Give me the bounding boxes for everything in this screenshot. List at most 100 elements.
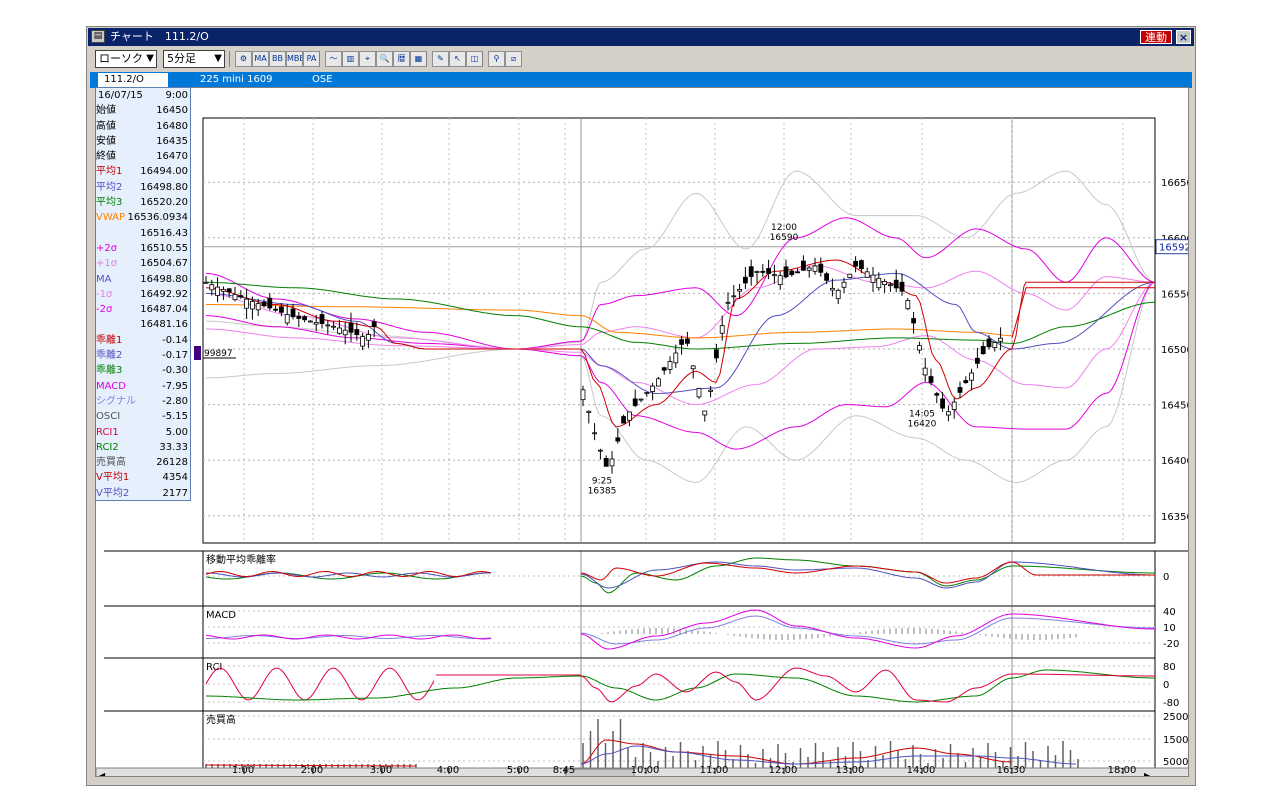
chart-canvas[interactable]: 1665016600165501650016450164001635016592…	[96, 88, 1189, 777]
candle-body	[296, 316, 302, 319]
price-tick-label: 16350	[1161, 512, 1189, 523]
magnifier-icon[interactable]: 🔍	[376, 51, 393, 67]
data-row: -2σ 16487.04	[96, 302, 190, 317]
time-axis-label: 3:00	[369, 765, 393, 776]
calendar-icon[interactable]: 暦	[393, 51, 410, 67]
candle-body	[882, 281, 887, 286]
candle-body	[777, 275, 783, 286]
chart-window: ▤ チャート 111.2/O 連動 × ローソク ▼ 5分足 ▼ ⚙ MA BB MB…	[86, 26, 1196, 786]
candle-body	[348, 322, 354, 333]
data-label: V平均2	[96, 487, 130, 499]
eraser-icon[interactable]: ◫	[466, 51, 483, 67]
candle-body	[743, 276, 748, 284]
grid-icon[interactable]: ▦	[410, 51, 427, 67]
candle-body	[273, 308, 279, 311]
candle-body	[249, 300, 255, 310]
data-row: 平均1 16494.00	[96, 164, 190, 179]
candle-body	[998, 337, 1003, 342]
data-label: -1σ	[96, 288, 113, 300]
candle-body	[963, 380, 969, 384]
pane-tick-label: 0	[1163, 680, 1169, 691]
properties-icon[interactable]: ⚙	[235, 51, 252, 67]
candle-body	[864, 271, 870, 278]
bar-chart-icon[interactable]: ▥	[342, 51, 359, 67]
candle-body	[679, 339, 684, 345]
data-label: OSCI	[96, 411, 121, 423]
time-axis-label: 1:00	[231, 765, 255, 776]
pa-indicator-icon[interactable]: PA	[303, 51, 320, 67]
candle-body	[870, 274, 876, 283]
data-row: VWAP 16536.0934	[96, 210, 190, 225]
candle-body	[940, 398, 945, 409]
candle-body	[957, 387, 963, 393]
data-label: 乖離1	[96, 334, 123, 346]
interval-select[interactable]: 5分足 ▼	[163, 50, 225, 68]
candle-body	[307, 320, 313, 323]
candle-body	[980, 345, 986, 355]
pen-icon[interactable]: ✎	[432, 51, 449, 67]
symbol-field[interactable]: 111.2/O	[98, 73, 168, 87]
candle-body	[603, 457, 609, 467]
data-value: 16498.80	[140, 273, 188, 285]
bb-indicator-icon[interactable]: BB	[269, 51, 286, 67]
search-text-icon[interactable]: ⚲	[488, 51, 505, 67]
crosshair-zoom-icon[interactable]: ⌖	[359, 51, 376, 67]
candle-body	[859, 260, 864, 270]
candle-body	[586, 410, 592, 413]
chart-type-select[interactable]: ローソク ▼	[95, 50, 157, 68]
instrument-description: 225 mini 1609	[200, 74, 273, 85]
ma-indicator-icon[interactable]: MA	[252, 51, 269, 67]
candle-body	[946, 411, 951, 416]
candle-body	[203, 281, 209, 284]
data-label: 売買高	[96, 457, 126, 469]
data-label: MA	[96, 273, 112, 285]
cursor-icon[interactable]: ↖	[449, 51, 466, 67]
candle-body	[261, 301, 267, 307]
time-axis-label: 18:00	[1107, 765, 1137, 776]
cut-line-icon[interactable]: ⧄	[505, 51, 522, 67]
candle-body	[371, 321, 377, 327]
data-value: 16520.20	[140, 197, 188, 209]
data-value: 16492.92	[140, 288, 188, 300]
candle-body	[847, 273, 853, 279]
toolbar-separator	[426, 51, 427, 67]
sync-button[interactable]: 連動	[1140, 30, 1172, 44]
candle-body	[342, 329, 348, 336]
candle-body	[789, 270, 795, 275]
candle-body	[615, 437, 621, 442]
position-marker	[194, 346, 201, 360]
chart-area[interactable]: 1665016600165501650016450164001635016592…	[95, 87, 1189, 777]
data-row: MACD -7.95	[96, 379, 190, 394]
candle-body	[278, 306, 284, 313]
annotation-time: 14:05	[909, 410, 935, 420]
toolbar-separator	[229, 51, 230, 67]
candle-body	[934, 393, 940, 396]
data-row-datetime: 16/07/15 9:00	[96, 88, 190, 103]
mbe-indicator-icon[interactable]: MBE	[286, 51, 303, 67]
data-date: 16/07/15	[98, 90, 143, 101]
line-chart-icon[interactable]: 〜	[325, 51, 342, 67]
candle-body	[609, 458, 615, 467]
pane-tick-label: 80	[1163, 662, 1176, 673]
candle-body	[917, 345, 922, 351]
data-value: 16481.16	[140, 319, 188, 331]
data-value: -0.30	[162, 365, 188, 377]
data-label: 乖離3	[96, 365, 123, 377]
data-value: 16498.80	[140, 181, 188, 193]
candle-body	[992, 342, 998, 349]
time-axis-label: 11:00	[699, 765, 729, 776]
candle-body	[696, 388, 702, 398]
price-tick-label: 16650	[1161, 178, 1189, 189]
candle-body	[754, 270, 760, 273]
scrollbar-thumb	[565, 768, 635, 776]
candle-body	[325, 324, 331, 327]
price-tick-label: 16550	[1161, 289, 1189, 300]
candle-body	[255, 303, 261, 311]
data-value: 16487.04	[140, 304, 188, 316]
close-button[interactable]: ×	[1176, 30, 1191, 44]
candle-body	[876, 277, 882, 289]
data-row: +1σ 16504.67	[96, 256, 190, 271]
candle-body	[319, 314, 325, 325]
data-window: 16/07/15 9:00 始値 16450 高値 16480 安値 16435 終値 164…	[95, 87, 191, 501]
candle-body	[905, 300, 911, 310]
